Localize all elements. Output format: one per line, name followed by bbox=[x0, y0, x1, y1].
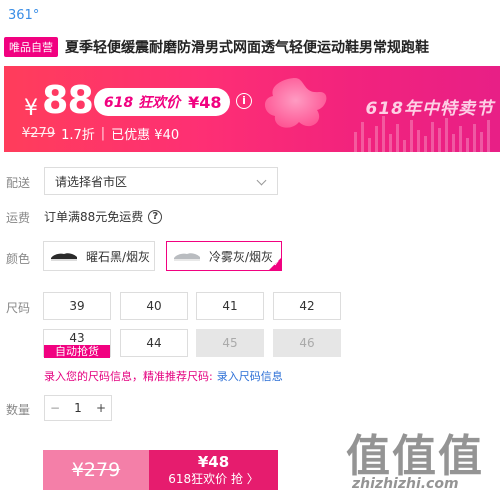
price-separator: | bbox=[100, 126, 106, 141]
festival-title: 618年中特卖节 bbox=[365, 99, 494, 119]
product-title: 夏季轻便缓震耐磨防滑男式网面透气轻便运动鞋男常规跑鞋 bbox=[65, 40, 429, 56]
event-price-value: ¥48 bbox=[188, 92, 222, 112]
buy-price: ¥48 bbox=[197, 453, 230, 471]
buy-label: 618狂欢价 抢 〉 bbox=[168, 472, 259, 486]
buy-button[interactable]: ¥279 ¥48 618狂欢价 抢 〉 bbox=[43, 450, 278, 490]
color-option-label: 曜石黑/烟灰 bbox=[86, 249, 151, 264]
delivery-label: 配送 bbox=[6, 176, 31, 190]
size-value: 39 bbox=[69, 299, 85, 313]
size-info-prompt: 录入您的尺码信息，精准推荐尺码: 录入尺码信息 bbox=[44, 368, 283, 384]
color-option-grey[interactable]: 冷雾灰/烟灰 ✓ bbox=[166, 241, 282, 271]
enter-size-link[interactable]: 录入尺码信息 bbox=[217, 370, 283, 383]
size-option-disabled: 46 bbox=[273, 329, 341, 357]
color-label: 颜色 bbox=[6, 252, 31, 266]
site-watermark: 值值值 zhizhizhi.com bbox=[346, 420, 496, 496]
promo-banner: ¥ 88 618 狂欢价 ¥48 i ¥279 1.7折 | 已优惠 ¥40 6… bbox=[4, 66, 500, 152]
shipping-label: 运费 bbox=[6, 211, 31, 225]
size-option[interactable]: 40 bbox=[120, 292, 188, 320]
shipping-info: 订单满88元免运费 ? bbox=[44, 208, 163, 225]
region-select[interactable]: 请选择省市区 bbox=[44, 167, 278, 195]
check-icon: ✓ bbox=[273, 259, 280, 268]
promo-flower-graphic bbox=[264, 78, 327, 128]
chevron-down-icon bbox=[256, 175, 267, 186]
size-option[interactable]: 41 bbox=[196, 292, 264, 320]
event-price-pill: 618 狂欢价 ¥48 bbox=[94, 88, 230, 116]
size-value: 44 bbox=[146, 336, 162, 350]
size-label: 尺码 bbox=[6, 301, 31, 315]
saved-amount: 已优惠 ¥40 bbox=[111, 128, 180, 143]
watermark-logo: 值值值 bbox=[346, 431, 484, 482]
size-value: 46 bbox=[299, 336, 315, 350]
brand-logo: 361° bbox=[8, 8, 40, 23]
size-info-text: 录入您的尺码信息，精准推荐尺码: bbox=[44, 370, 213, 383]
original-price: ¥279 bbox=[22, 126, 56, 141]
size-value: 41 bbox=[222, 299, 238, 313]
size-value: 43 bbox=[69, 331, 85, 345]
buy-original-price: ¥279 bbox=[43, 450, 149, 490]
price-details-row: ¥279 1.7折 | 已优惠 ¥40 bbox=[22, 124, 179, 143]
size-option[interactable]: 42 bbox=[273, 292, 341, 320]
info-icon[interactable]: i bbox=[236, 93, 252, 109]
product-title-row: 唯品自营 夏季轻便缓震耐磨防滑男式网面透气轻便运动鞋男常规跑鞋 bbox=[4, 36, 500, 58]
size-option[interactable]: 44 bbox=[120, 329, 188, 357]
size-option[interactable]: 39 bbox=[43, 292, 111, 320]
quantity-label: 数量 bbox=[6, 403, 31, 417]
increment-button[interactable]: + bbox=[91, 401, 111, 415]
price-currency: ¥ bbox=[24, 96, 38, 121]
decrement-button[interactable]: − bbox=[45, 401, 65, 415]
self-operated-badge: 唯品自营 bbox=[4, 37, 58, 57]
quantity-stepper: − 1 + bbox=[44, 395, 112, 421]
size-value: 45 bbox=[222, 336, 238, 350]
help-icon[interactable]: ? bbox=[148, 209, 163, 224]
event-price-label: 618 狂欢价 bbox=[104, 95, 181, 111]
size-option-auto-grab[interactable]: 43 自动抢货 bbox=[43, 329, 111, 358]
auto-grab-tag: 自动抢货 bbox=[44, 345, 110, 358]
current-price: 88 bbox=[42, 78, 94, 122]
shoe-black-icon bbox=[51, 253, 77, 261]
size-option-disabled: 45 bbox=[196, 329, 264, 357]
region-select-placeholder: 请选择省市区 bbox=[55, 174, 128, 189]
discount-rate: 1.7折 bbox=[61, 128, 95, 143]
color-option-label: 冷雾灰/烟灰 bbox=[209, 249, 274, 264]
color-option-black[interactable]: 曜石黑/烟灰 bbox=[43, 241, 155, 271]
size-value: 42 bbox=[299, 299, 315, 313]
shoe-grey-icon bbox=[174, 253, 200, 261]
size-value: 40 bbox=[146, 299, 162, 313]
buy-event-section[interactable]: ¥48 618狂欢价 抢 〉 bbox=[149, 450, 278, 490]
shipping-text: 订单满88元免运费 bbox=[44, 210, 144, 224]
watermark-url: zhizhizhi.com bbox=[352, 476, 459, 492]
quantity-value[interactable]: 1 bbox=[65, 401, 91, 415]
